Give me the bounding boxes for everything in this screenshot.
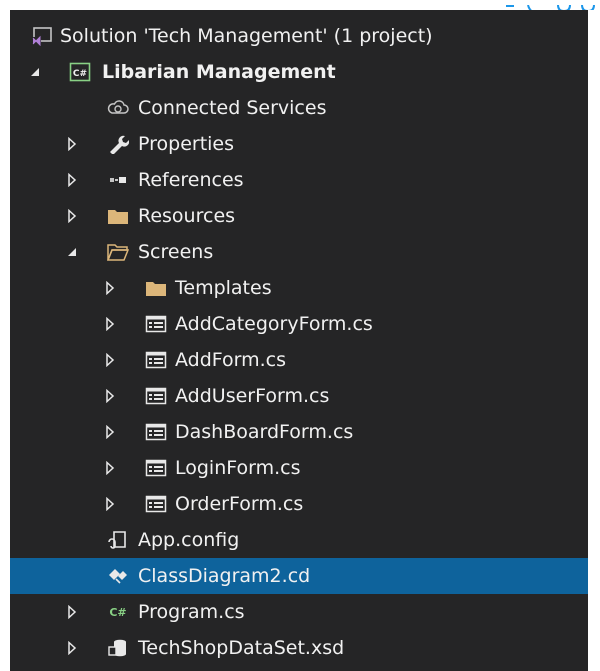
expand-arrow-icon[interactable] (103, 378, 117, 414)
collapse-arrow-icon[interactable] (28, 54, 42, 90)
svg-text:C#: C# (109, 606, 126, 619)
top-strip (0, 0, 600, 14)
form-icon (144, 414, 168, 450)
tree-item-label: AddUserForm.cs (175, 385, 330, 407)
solution-icon (30, 18, 54, 54)
tree-item-label: Properties (138, 133, 235, 155)
tree-row-dataset[interactable]: TechShopDataSet.xsd (10, 630, 600, 666)
tree-row-loginform[interactable]: LoginForm.cs (10, 450, 600, 486)
expand-arrow-icon[interactable] (103, 270, 117, 306)
dataset-icon (106, 630, 130, 666)
tree-item-label: Libarian Management (102, 61, 336, 83)
tree-item-label: References (138, 169, 244, 191)
references-icon (106, 162, 130, 198)
svg-text:C#: C# (73, 69, 87, 79)
tree-item-label: Program.cs (138, 601, 245, 623)
tree-item-label: Templates (175, 277, 272, 299)
expand-arrow-icon[interactable] (65, 630, 79, 666)
tree-row-orderform[interactable]: OrderForm.cs (10, 486, 600, 522)
tree-item-label: Resources (138, 205, 236, 227)
class-diagram-icon (106, 558, 130, 594)
tree-item-label: LoginForm.cs (175, 457, 301, 479)
tree-row-addform[interactable]: AddForm.cs (10, 342, 600, 378)
tree-row-templates[interactable]: Templates (10, 270, 600, 306)
tree-item-label: ClassDiagram2.cd (138, 565, 311, 587)
tree-item-label: AddCategoryForm.cs (175, 313, 373, 335)
tree-item-label: Connected Services (138, 97, 327, 119)
csharp-file-icon: C# (106, 594, 130, 630)
cloud-services-icon (106, 90, 130, 126)
scrollbar-track[interactable] (588, 10, 600, 671)
tree-row-program[interactable]: C# Program.cs (10, 594, 600, 630)
tree-item-label: DashBoardForm.cs (175, 421, 354, 443)
tree-row-resources[interactable]: Resources (10, 198, 600, 234)
tree-row-project[interactable]: C# Libarian Management (10, 54, 600, 90)
tree-row-references[interactable]: References (10, 162, 600, 198)
tree-row-connected-services[interactable]: Connected Services (10, 90, 600, 126)
tree-item-label: AddForm.cs (175, 349, 287, 371)
tree-item-label: TechShopDataSet.xsd (138, 637, 345, 659)
wrench-icon (106, 126, 130, 162)
expand-arrow-icon[interactable] (65, 162, 79, 198)
tree-row-dashboardform[interactable]: DashBoardForm.cs (10, 414, 600, 450)
folder-icon (106, 198, 130, 234)
expand-arrow-icon[interactable] (65, 198, 79, 234)
folder-open-icon (106, 234, 130, 270)
expand-arrow-icon[interactable] (65, 594, 79, 630)
tree-item-label: Screens (138, 241, 214, 263)
config-icon (106, 522, 130, 558)
expand-arrow-icon[interactable] (103, 306, 117, 342)
tree-row-appconfig[interactable]: App.config (10, 522, 600, 558)
tree-rows: Solution 'Tech Management' (1 project) C#… (10, 18, 600, 666)
tree-row-addcategoryform[interactable]: AddCategoryForm.cs (10, 306, 600, 342)
tree-item-label: App.config (138, 529, 240, 551)
form-icon (144, 378, 168, 414)
expand-arrow-icon[interactable] (103, 450, 117, 486)
form-icon (144, 342, 168, 378)
tree-row-screens[interactable]: Screens (10, 234, 600, 270)
cropped-header-fragment (470, 0, 600, 14)
solution-explorer-tree: Solution 'Tech Management' (1 project) C#… (10, 10, 600, 671)
form-icon (144, 306, 168, 342)
tree-row-solution[interactable]: Solution 'Tech Management' (1 project) (10, 18, 600, 54)
csharp-project-icon: C# (68, 54, 92, 90)
expand-arrow-icon[interactable] (65, 126, 79, 162)
folder-icon (144, 270, 168, 306)
collapse-arrow-icon[interactable] (65, 234, 79, 270)
tree-row-classdiagram[interactable]: ClassDiagram2.cd (10, 558, 600, 594)
tree-row-properties[interactable]: Properties (10, 126, 600, 162)
form-icon (144, 486, 168, 522)
tree-row-adduserform[interactable]: AddUserForm.cs (10, 378, 600, 414)
tree-item-label: OrderForm.cs (175, 493, 304, 515)
form-icon (144, 450, 168, 486)
expand-arrow-icon[interactable] (103, 486, 117, 522)
tree-item-label: Solution 'Tech Management' (1 project) (60, 25, 433, 47)
expand-arrow-icon[interactable] (103, 342, 117, 378)
expand-arrow-icon[interactable] (103, 414, 117, 450)
